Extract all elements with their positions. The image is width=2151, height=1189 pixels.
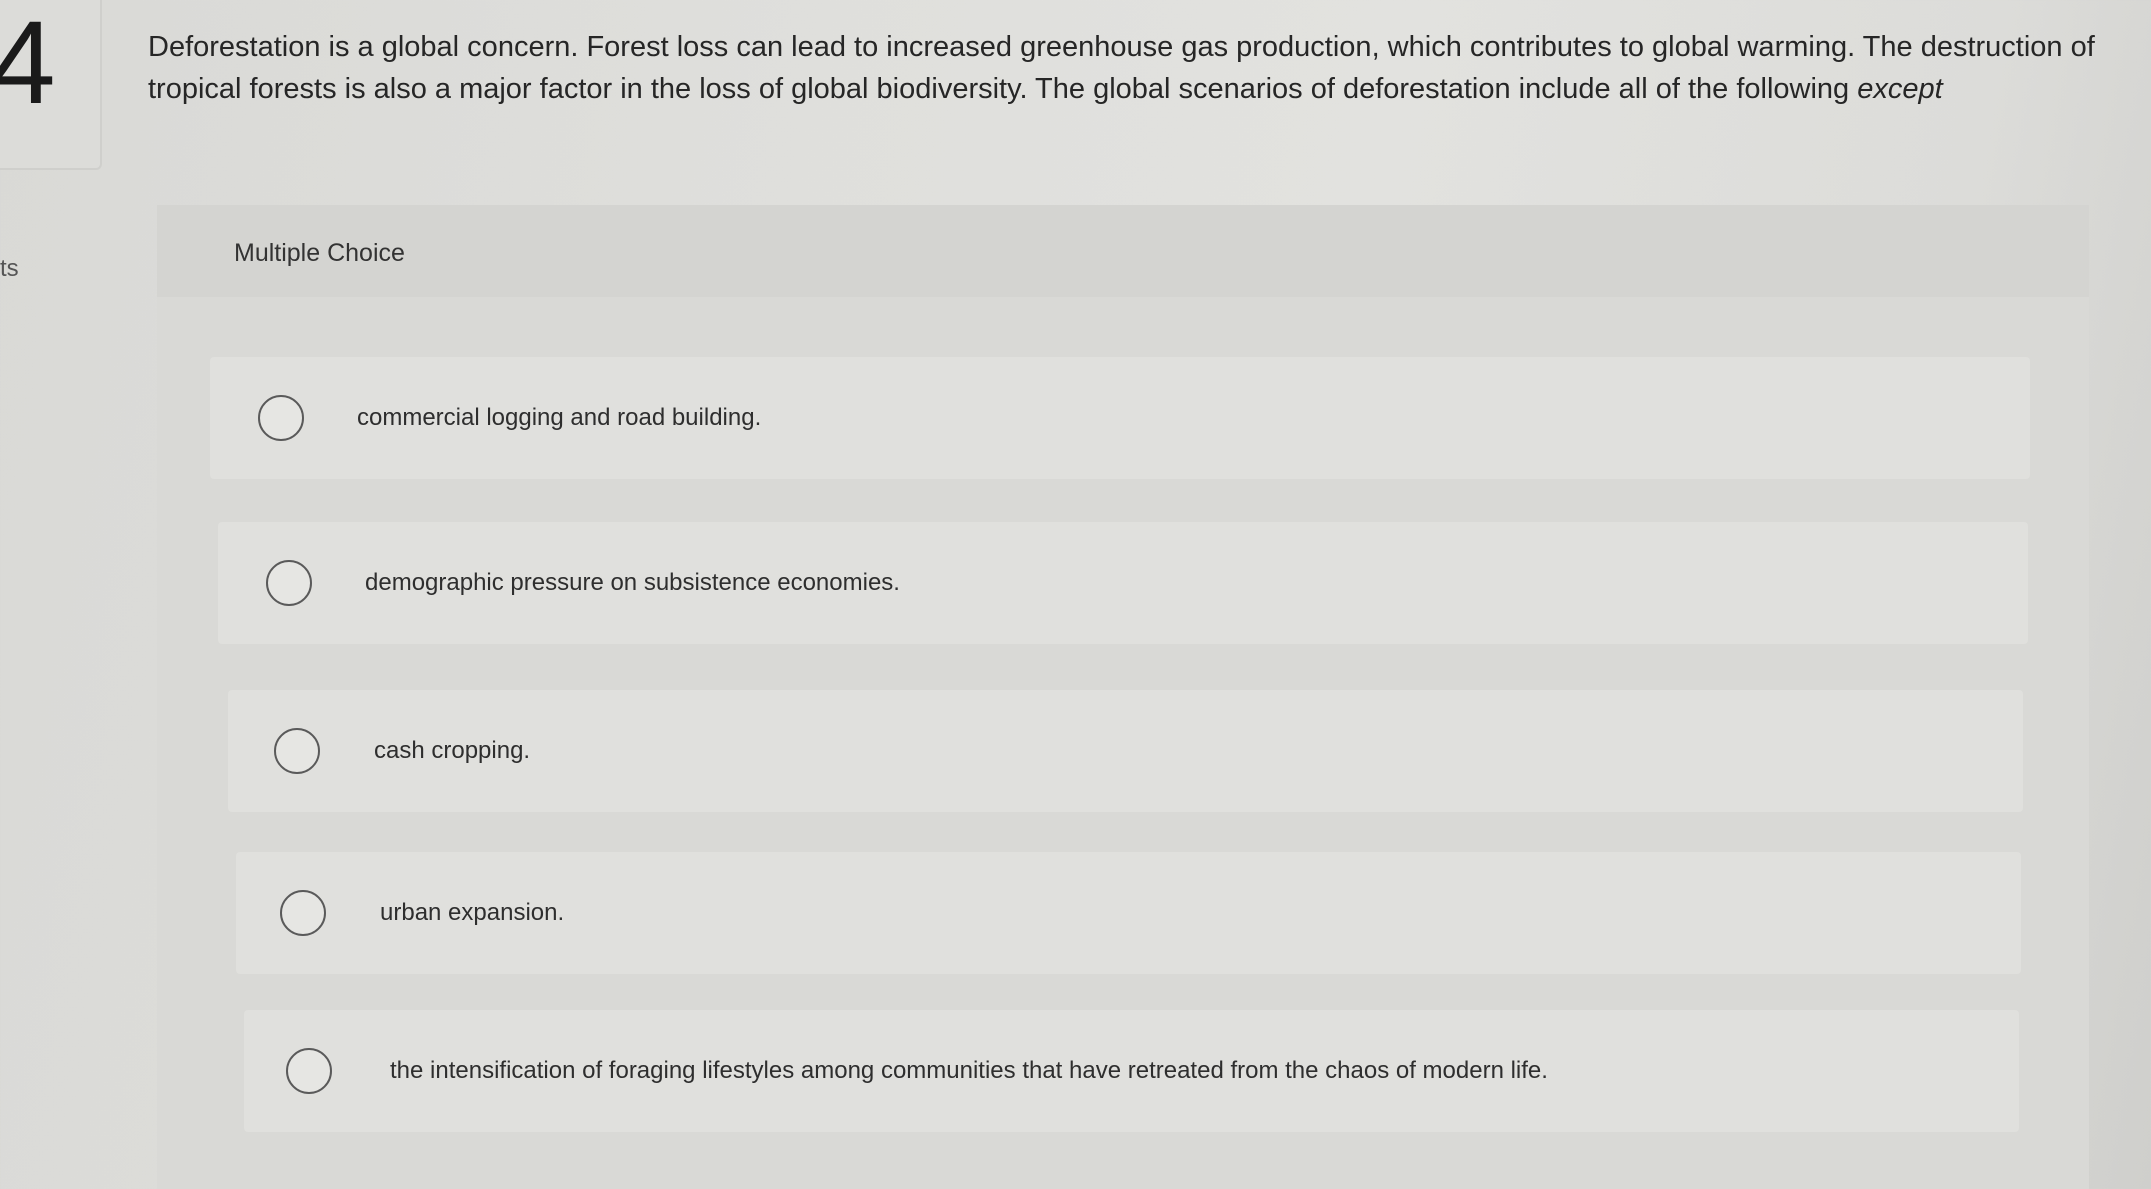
radio-button-c[interactable]	[274, 728, 320, 774]
answer-option-b[interactable]: demographic pressure on subsistence econ…	[218, 522, 2028, 644]
question-prompt: Deforestation is a global concern. Fores…	[148, 26, 2098, 110]
radio-button-a[interactable]	[258, 395, 304, 441]
answer-label-c: cash cropping.	[374, 737, 531, 764]
question-emphasis: except	[1857, 73, 1943, 105]
answer-option-a[interactable]: commercial logging and road building.	[210, 357, 2030, 479]
question-number: 4	[0, 0, 56, 129]
answer-option-d[interactable]: urban expansion.	[236, 852, 2021, 974]
answer-label-b: demographic pressure on subsistence econ…	[365, 569, 900, 596]
answer-label-d: urban expansion.	[380, 899, 565, 926]
radio-button-d[interactable]	[280, 890, 326, 936]
answer-option-c[interactable]: cash cropping.	[228, 690, 2023, 812]
answer-label-a: commercial logging and road building.	[357, 404, 762, 431]
panel-title: Multiple Choice	[234, 239, 405, 267]
question-text: Deforestation is a global concern. Fores…	[148, 31, 2095, 105]
points-label: ts	[0, 255, 19, 282]
question-number-box: 4	[0, 0, 102, 170]
panel-header: Multiple Choice	[157, 205, 2089, 297]
radio-button-e[interactable]	[286, 1048, 332, 1094]
answer-option-e[interactable]: the intensification of foraging lifestyl…	[244, 1010, 2019, 1132]
radio-button-b[interactable]	[266, 560, 312, 606]
answer-label-e: the intensification of foraging lifestyl…	[390, 1057, 1548, 1084]
